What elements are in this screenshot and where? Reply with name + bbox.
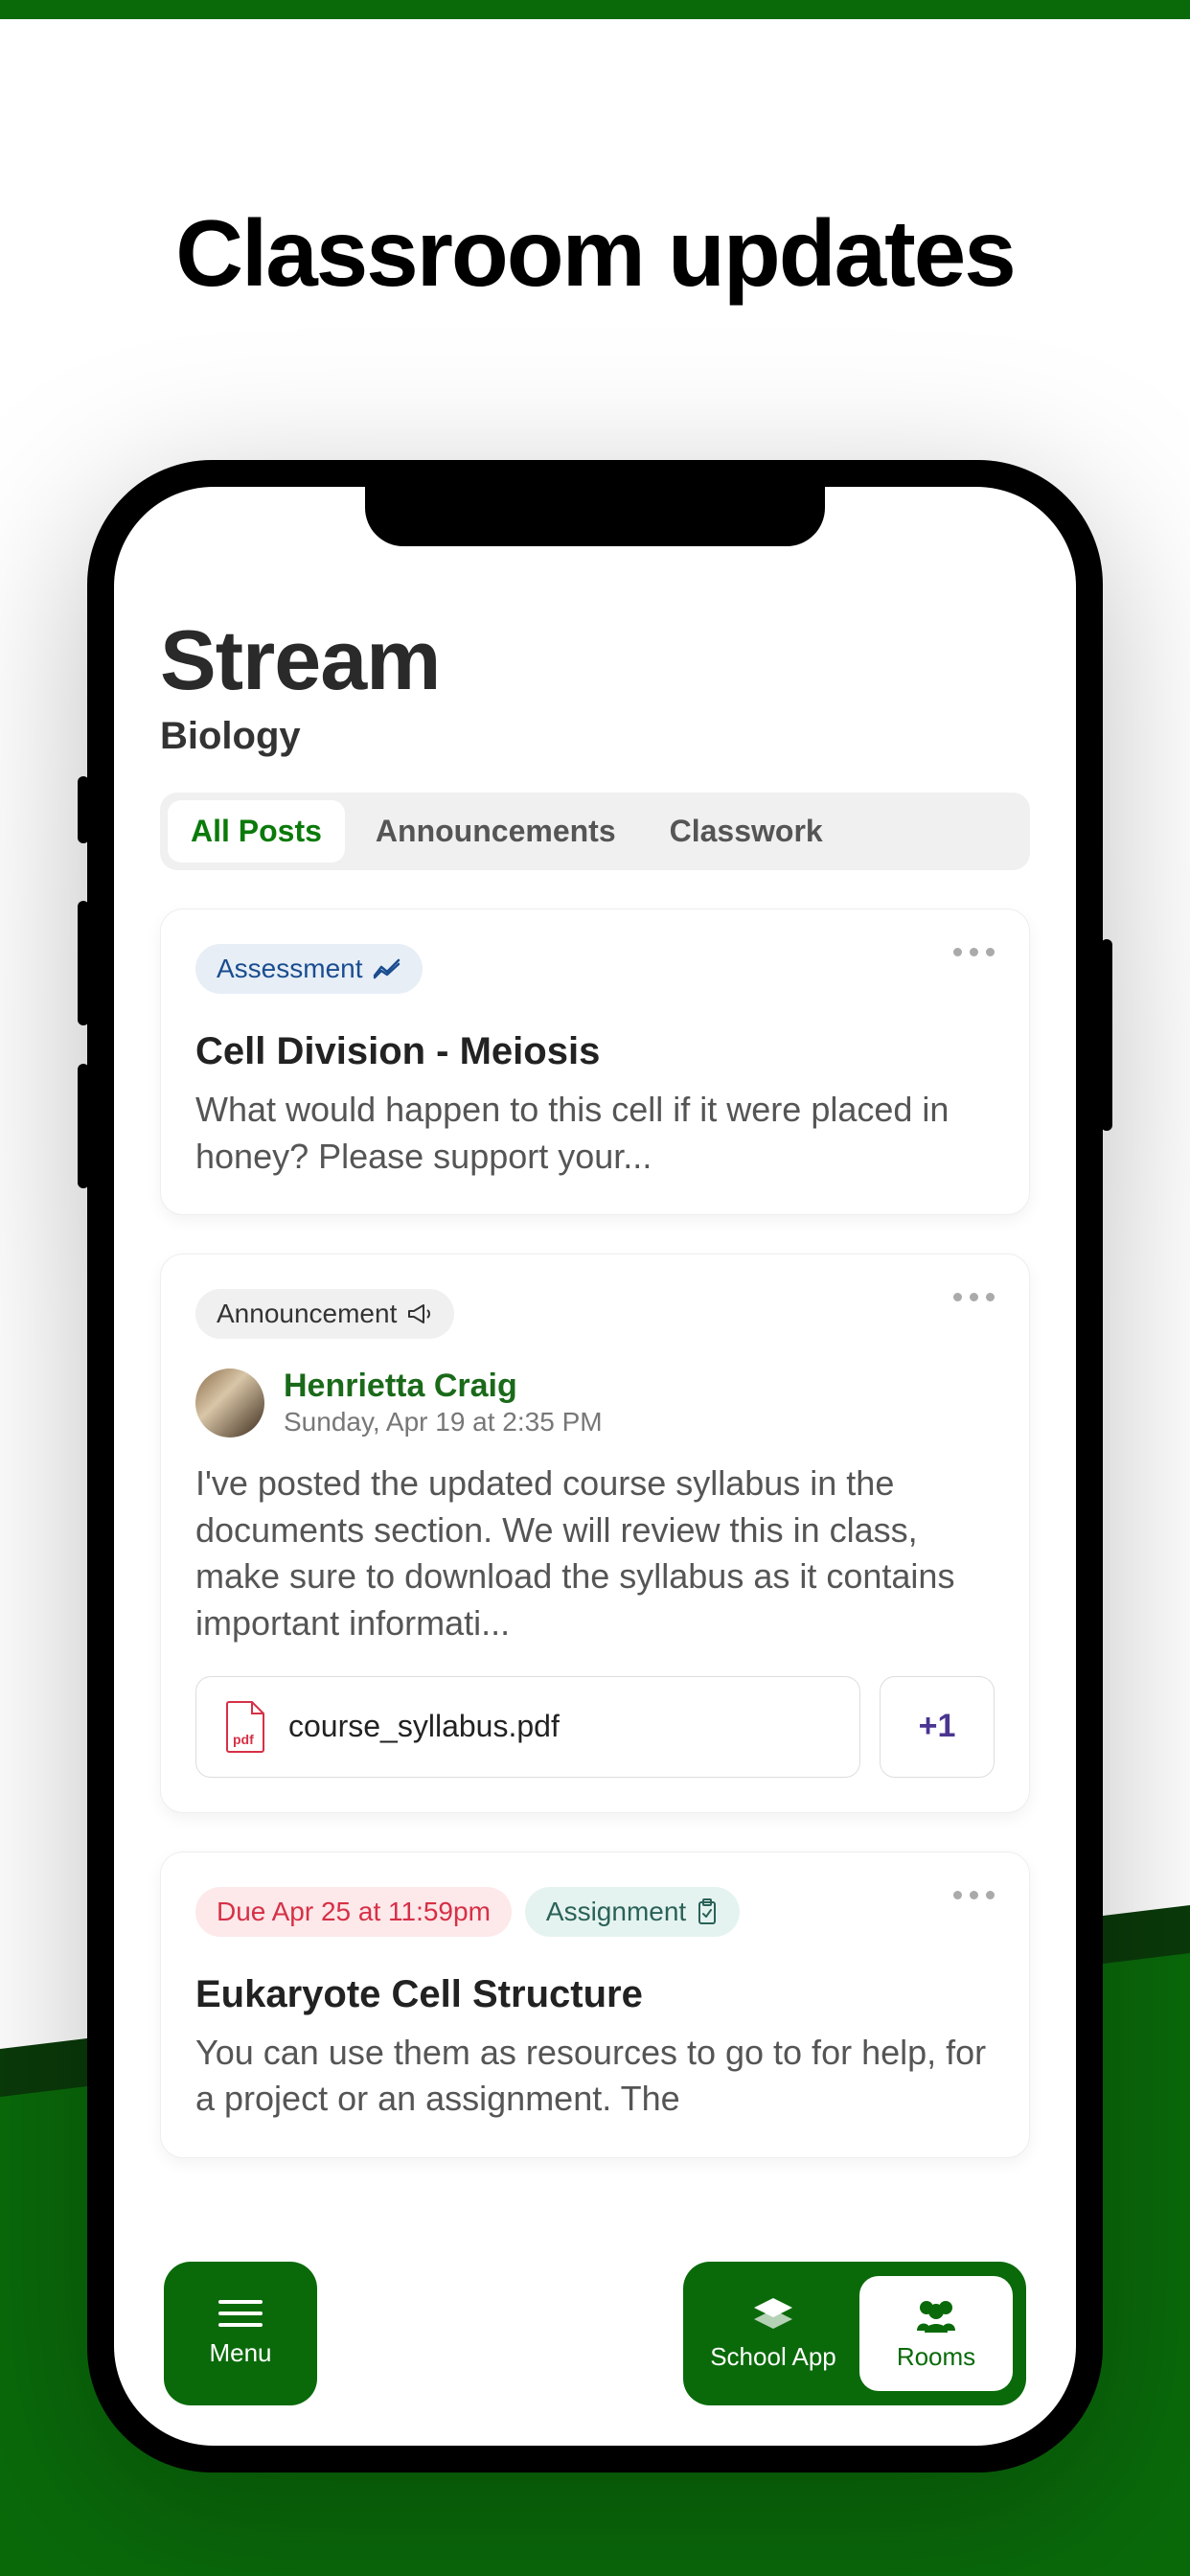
author-name[interactable]: Henrietta Craig [284, 1368, 603, 1405]
post-body: What would happen to this cell if it wer… [195, 1087, 995, 1180]
badge-label: Assignment [546, 1897, 686, 1927]
phone-mockup: Stream Biology All Posts Announcements C… [87, 460, 1103, 2472]
post-body: You can use them as resources to go to f… [195, 2030, 995, 2123]
more-options-button[interactable] [953, 948, 995, 956]
tab-classwork[interactable]: Classwork [647, 800, 846, 862]
post-card-assessment[interactable]: Assessment Cell Division - Meiosis What … [160, 908, 1030, 1215]
menu-label: Menu [209, 2338, 271, 2368]
svg-text:pdf: pdf [233, 1732, 254, 1747]
attachment-file[interactable]: pdf course_syllabus.pdf [195, 1676, 860, 1778]
menu-button[interactable]: Menu [164, 2262, 317, 2405]
post-timestamp: Sunday, Apr 19 at 2:35 PM [284, 1407, 603, 1438]
promo-top-bar [0, 0, 1190, 19]
pdf-file-icon: pdf [223, 1700, 267, 1754]
nav-rooms[interactable]: Rooms [859, 2276, 1013, 2391]
nav-school-app[interactable]: School App [697, 2276, 850, 2391]
hamburger-icon [218, 2300, 263, 2327]
more-options-button[interactable] [953, 1293, 995, 1301]
filter-tabs: All Posts Announcements Classwork [160, 793, 1030, 870]
attachment-filename: course_syllabus.pdf [288, 1709, 560, 1744]
badge-label: Assessment [217, 954, 363, 984]
nav-label: School App [710, 2342, 836, 2372]
post-title: Cell Division - Meiosis [195, 1030, 995, 1073]
page-subtitle: Biology [160, 715, 1030, 758]
tab-all-posts[interactable]: All Posts [168, 800, 345, 862]
more-options-button[interactable] [953, 1891, 995, 1899]
clipboard-check-icon [696, 1898, 719, 1925]
people-icon [913, 2296, 959, 2334]
trend-icon [373, 958, 401, 979]
nav-switcher: School App Rooms [683, 2262, 1026, 2405]
author-avatar[interactable] [195, 1368, 264, 1438]
page-title: Stream [160, 611, 1030, 709]
post-body: I've posted the updated course syllabus … [195, 1460, 995, 1646]
post-card-assignment[interactable]: Due Apr 25 at 11:59pm Assignment Eukaryo… [160, 1852, 1030, 2158]
badge-due-date: Due Apr 25 at 11:59pm [195, 1887, 512, 1937]
tab-announcements[interactable]: Announcements [353, 800, 639, 862]
attachment-more-button[interactable]: +1 [880, 1676, 995, 1778]
nav-label: Rooms [897, 2342, 975, 2372]
badge-assignment: Assignment [525, 1887, 740, 1937]
stack-icon [750, 2296, 796, 2334]
phone-notch [365, 487, 825, 546]
megaphone-icon [406, 1302, 433, 1325]
promo-headline: Classroom updates [0, 206, 1190, 300]
badge-assessment: Assessment [195, 944, 423, 994]
post-card-announcement[interactable]: Announcement Henrietta Craig Sunday, Apr… [160, 1254, 1030, 1812]
post-title: Eukaryote Cell Structure [195, 1973, 995, 2016]
badge-label: Announcement [217, 1299, 397, 1329]
badge-announcement: Announcement [195, 1289, 454, 1339]
